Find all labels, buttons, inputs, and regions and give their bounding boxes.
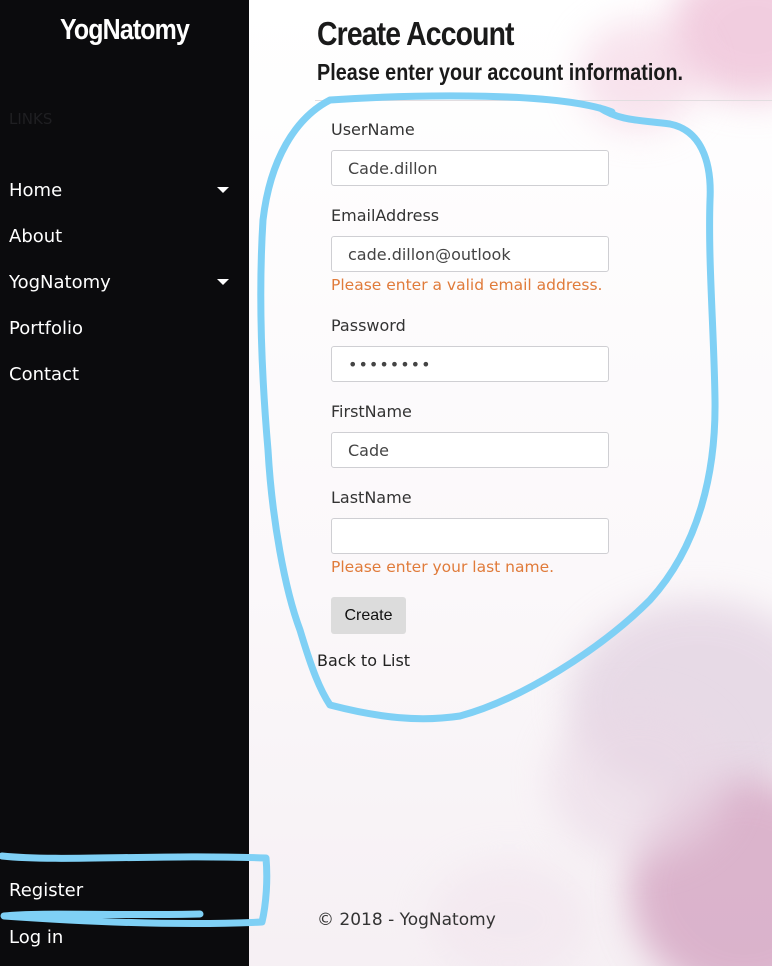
page-subtitle: Please enter your account information. [317, 59, 684, 85]
sidebar-item-label: Contact [9, 363, 80, 385]
sidebar-item-label: YogNatomy [9, 271, 111, 293]
sidebar-item-home[interactable]: Home [0, 167, 249, 213]
back-to-list-link[interactable]: Back to List [317, 651, 410, 670]
caret-down-icon [217, 279, 229, 285]
sidebar-item-contact[interactable]: Contact [0, 351, 249, 397]
lastname-error: Please enter your last name. [331, 558, 555, 576]
firstname-input[interactable] [331, 432, 609, 468]
sidebar: YogNatomy LINKS Home About YogNatomy Por… [0, 0, 249, 966]
username-input[interactable] [331, 150, 609, 186]
login-link[interactable]: Log in [9, 927, 63, 948]
email-label: EmailAddress [331, 206, 440, 225]
firstname-label: FirstName [331, 402, 412, 421]
caret-down-icon [217, 187, 229, 193]
main-content: Create Account Please enter your account… [249, 0, 772, 966]
sidebar-item-label: About [9, 225, 63, 247]
sidebar-item-label: Portfolio [9, 317, 84, 339]
sidebar-item-about[interactable]: About [0, 213, 249, 259]
email-error: Please enter a valid email address. [331, 276, 603, 294]
sidebar-nav: Home About YogNatomy Portfolio Contact [0, 167, 249, 397]
sidebar-item-portfolio[interactable]: Portfolio [0, 305, 249, 351]
links-label: LINKS [9, 110, 53, 128]
password-input[interactable] [331, 346, 609, 382]
register-link[interactable]: Register [9, 880, 83, 901]
brand-logo[interactable]: YogNatomy [17, 14, 231, 47]
email-input[interactable] [331, 236, 609, 272]
sidebar-item-yognatomy[interactable]: YogNatomy [0, 259, 249, 305]
create-button[interactable]: Create [331, 597, 406, 634]
username-label: UserName [331, 120, 415, 139]
lastname-input[interactable] [331, 518, 609, 554]
password-label: Password [331, 316, 406, 335]
page-title: Create Account [317, 15, 515, 52]
footer-text: © 2018 - YogNatomy [317, 910, 496, 930]
lastname-label: LastName [331, 488, 412, 507]
sidebar-item-label: Home [9, 179, 63, 201]
divider [315, 100, 772, 101]
